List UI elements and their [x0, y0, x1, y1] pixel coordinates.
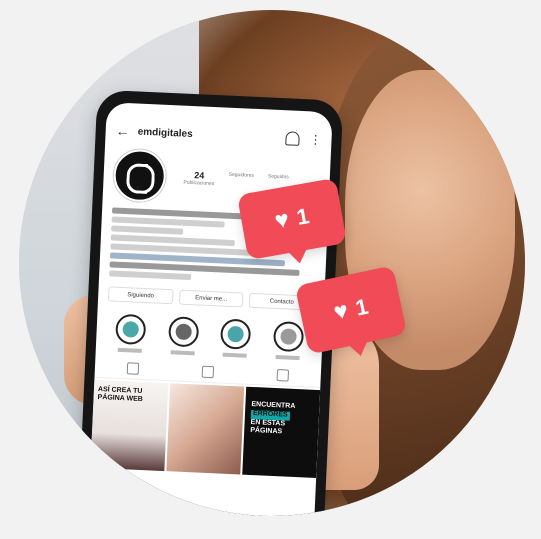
post-text: ASÍ CREA TU PÁGINA WEB — [97, 385, 143, 404]
highlight-item[interactable] — [167, 316, 200, 356]
bio-line — [109, 270, 192, 281]
photo-circle: ← emdigitales ⋮ 24 Publicaciones Seguido… — [19, 10, 525, 516]
stat-followers-label: Seguidores — [228, 171, 255, 179]
stat-posts-label: Publicaciones — [183, 179, 215, 188]
following-button[interactable]: Siguiendo — [107, 286, 174, 305]
story-highlights — [96, 301, 324, 361]
reels-tab-icon[interactable] — [201, 365, 215, 379]
highlight-circle — [220, 318, 252, 350]
like-count: 1 — [294, 203, 312, 230]
highlight-item[interactable] — [272, 320, 304, 361]
post-text: ENCUENTRA ERRORES EN ESTAS PÁGINAS — [250, 401, 320, 439]
posts-grid: ASÍ CREA TU PÁGINA WEB ENCUENTRA ERRORES… — [90, 378, 321, 478]
tagged-tab-icon[interactable] — [276, 369, 290, 382]
bio-line — [111, 225, 184, 235]
like-count: 1 — [353, 293, 371, 321]
highlight-icon — [175, 323, 192, 341]
stat-followers[interactable]: Seguidores — [228, 171, 255, 189]
post-text-line: EN ESTAS PÁGINAS — [250, 418, 286, 436]
message-button[interactable]: Enviar me... — [178, 289, 244, 308]
heart-icon: ♥ — [331, 296, 351, 327]
grid-tab-icon[interactable] — [126, 362, 139, 375]
heart-icon: ♥ — [272, 205, 292, 235]
highlight-circle — [167, 316, 200, 348]
post-text-line: ENCUENTRA — [251, 400, 296, 410]
stat-following-label: Seguidos — [267, 173, 289, 181]
avatar[interactable] — [112, 148, 167, 203]
highlight-item[interactable] — [220, 318, 252, 358]
post-tile[interactable] — [166, 383, 245, 475]
post-tile[interactable]: ASÍ CREA TU PÁGINA WEB — [90, 379, 169, 472]
highlight-icon — [227, 325, 245, 343]
post-tile[interactable]: ENCUENTRA ERRORES EN ESTAS PÁGINAS — [242, 386, 321, 478]
stats: 24 Publicaciones Seguidores Seguidos — [183, 170, 289, 191]
username: emdigitales — [137, 126, 193, 140]
instagram-profile-screen: ← emdigitales ⋮ 24 Publicaciones Seguido… — [86, 102, 333, 516]
highlight-icon — [279, 328, 297, 345]
highlight-item[interactable] — [115, 313, 147, 353]
back-arrow-icon[interactable]: ← — [115, 123, 130, 140]
notifications-bell-icon[interactable] — [285, 131, 300, 146]
highlight-circle — [272, 320, 304, 353]
more-icon[interactable]: ⋮ — [309, 132, 322, 147]
highlight-circle — [115, 313, 147, 346]
highlight-icon — [122, 321, 140, 338]
stat-posts[interactable]: 24 Publicaciones — [183, 170, 215, 187]
